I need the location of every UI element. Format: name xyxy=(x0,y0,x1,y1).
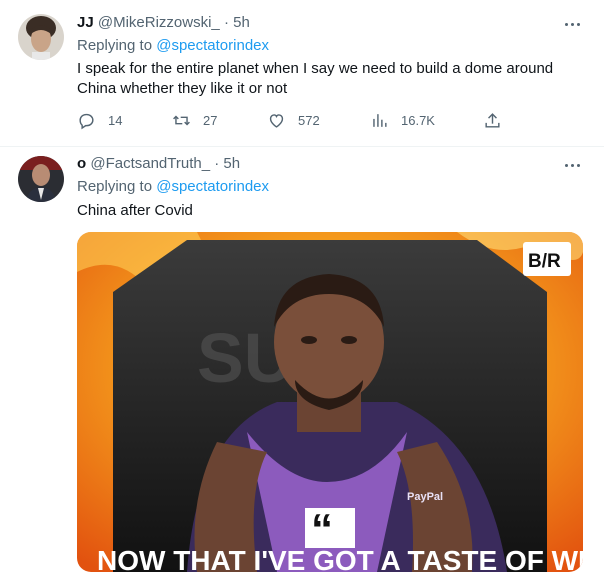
timestamp[interactable]: 5h xyxy=(233,14,250,31)
like-button[interactable]: 572 xyxy=(267,109,320,131)
separator-dot: · xyxy=(223,14,234,31)
tweet-header: o @FactsandTruth_ · 5h xyxy=(77,155,240,172)
display-name[interactable]: o xyxy=(77,155,86,172)
replying-prefix: Replying to xyxy=(77,178,153,195)
media-caption: NOW THAT I'VE GOT A TASTE OF WHAT THAT xyxy=(97,545,583,572)
jersey-sponsor: PayPal xyxy=(407,491,443,503)
tweet-actions: 14 27 572 16.7K xyxy=(77,109,507,131)
user-handle[interactable]: @FactsandTruth_ xyxy=(90,155,210,172)
heart-icon xyxy=(269,113,284,128)
replying-prefix: Replying to xyxy=(77,37,153,54)
share-button[interactable] xyxy=(483,109,514,131)
like-count: 572 xyxy=(298,112,320,128)
tweet-1[interactable]: JJ @MikeRizzowski_ · 5h Replying to @spe… xyxy=(0,0,604,146)
avatar[interactable] xyxy=(18,156,64,202)
avatar[interactable] xyxy=(18,14,64,60)
tweet-media-image[interactable]: SUN “ PayPal B/R NOW THAT I'VE GOT A TAS… xyxy=(77,232,583,572)
tweet-text: China after Covid xyxy=(77,202,193,219)
mention-link[interactable]: @spectatorindex xyxy=(156,37,269,54)
retweet-button[interactable]: 27 xyxy=(172,109,217,131)
more-icon[interactable] xyxy=(563,157,583,173)
tweet-text-line: I speak for the entire planet when I say… xyxy=(77,60,554,77)
reply-button[interactable]: 14 xyxy=(77,109,122,131)
retweet-count: 27 xyxy=(203,112,218,128)
mention-link[interactable]: @spectatorindex xyxy=(156,178,269,195)
view-count: 16.7K xyxy=(401,112,435,128)
tweet-text: I speak for the entire planet when I say… xyxy=(77,59,577,99)
media-illustration: SUN “ PayPal B/R NOW THAT I'VE GOT A TAS… xyxy=(77,232,583,572)
analytics-icon xyxy=(373,113,387,127)
replying-to: Replying to @spectatorindex xyxy=(77,178,269,195)
display-name[interactable]: JJ xyxy=(77,14,94,31)
replying-to: Replying to @spectatorindex xyxy=(77,37,269,54)
views-button[interactable]: 16.7K xyxy=(370,109,435,131)
reply-count: 14 xyxy=(108,112,123,128)
timestamp[interactable]: 5h xyxy=(223,155,240,172)
user-handle[interactable]: @MikeRizzowski_ xyxy=(98,14,220,31)
tweet-header: JJ @MikeRizzowski_ · 5h xyxy=(77,14,250,31)
retweet-icon xyxy=(173,115,190,125)
tweet-text-line: China whether they like it or not xyxy=(77,80,288,97)
reply-icon xyxy=(79,113,94,129)
br-logo: B/R xyxy=(528,251,561,272)
more-icon[interactable] xyxy=(563,16,583,32)
share-icon xyxy=(485,112,500,128)
